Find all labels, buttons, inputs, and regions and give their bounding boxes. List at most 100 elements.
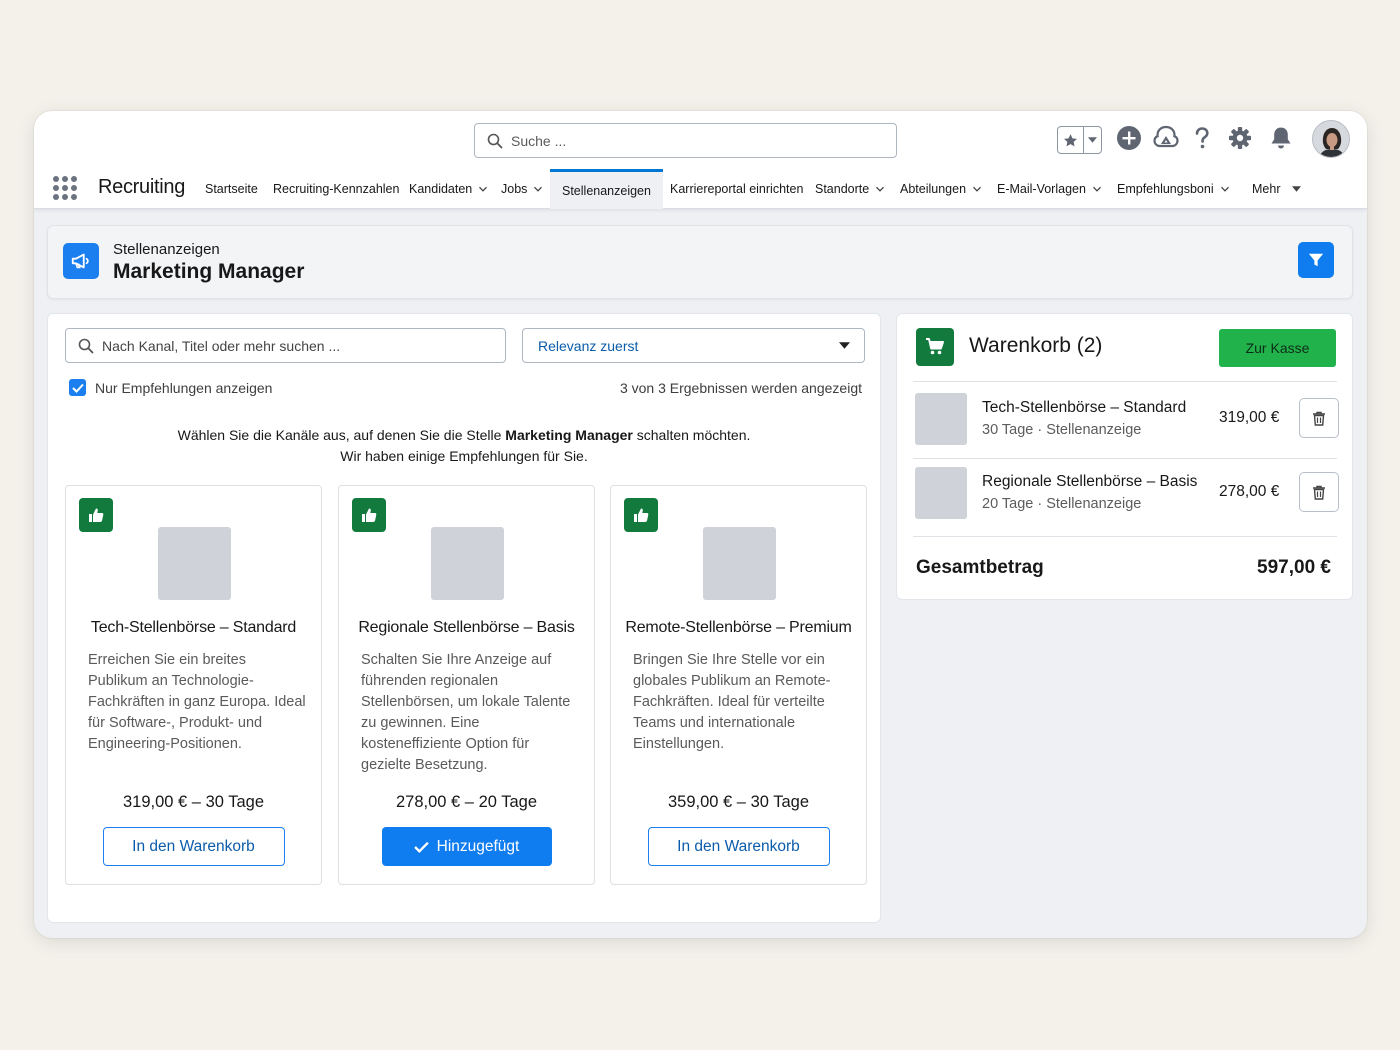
- gear-icon[interactable]: [1225, 123, 1255, 153]
- channel-description: Erreichen Sie ein breites Publikum an Te…: [88, 652, 306, 752]
- chevron-down-icon: [973, 186, 981, 192]
- nav-item-label: E-Mail-Vorlagen: [997, 182, 1086, 196]
- cart-item-name: Regionale Stellenbörse – Basis: [982, 473, 1198, 490]
- thumbs-up-icon: [634, 508, 649, 522]
- add-to-cart-button[interactable]: In den Warenkorb: [102, 827, 285, 866]
- chevron-down-icon: [1220, 186, 1229, 192]
- cart-item-price: 319,00 €: [1219, 409, 1280, 426]
- channel-logo-placeholder: [702, 527, 776, 600]
- channel-logo-placeholder: [430, 527, 504, 600]
- trash-icon: [1313, 485, 1325, 500]
- remove-item-button[interactable]: [1299, 398, 1339, 438]
- nav-item-label: Jobs: [501, 182, 528, 196]
- cart-item: Tech-Stellenbörse – Standard 30 Tage · S…: [915, 393, 1339, 445]
- channel-title: Remote-Stellenbörse – Premium: [625, 619, 852, 636]
- channel-price: 359,00 € – 30 Tage: [668, 793, 809, 811]
- cart-item-name: Tech-Stellenbörse – Standard: [982, 399, 1187, 416]
- divider: [913, 458, 1337, 459]
- add-to-cart-button[interactable]: In den Warenkorb: [647, 827, 830, 866]
- recommendations-filter[interactable]: Nur Empfehlungen anzeigen: [69, 379, 272, 396]
- channel-price: 319,00 € – 30 Tage: [123, 793, 264, 811]
- favorites-button-group[interactable]: [1057, 126, 1102, 154]
- caret-down-icon: [1292, 186, 1302, 192]
- caret-down-icon: [839, 342, 850, 349]
- page-eyebrow: Stellenanzeigen: [113, 241, 220, 258]
- nav-item-stellenanzeigen[interactable]: Stellenanzeigen: [550, 169, 663, 209]
- nav-item-label: Standorte: [815, 182, 870, 196]
- search-icon: [487, 133, 503, 148]
- chevron-down-icon: [876, 186, 885, 192]
- checkmark-icon: [71, 383, 84, 393]
- nav-item-label: Startseite: [205, 182, 258, 196]
- plus-icon[interactable]: [1114, 123, 1144, 153]
- chevron-down-icon: [1092, 186, 1101, 192]
- sort-select[interactable]: Relevanz zuerst: [522, 328, 865, 363]
- nav-item-label: Karriereportal einrichten: [670, 182, 804, 196]
- bell-icon[interactable]: [1266, 123, 1296, 153]
- cart-item-thumbnail: [915, 467, 967, 519]
- nav-item-empfehlungsboni[interactable]: Empfehlungsboni: [1117, 169, 1230, 209]
- channel-title: Regionale Stellenbörse – Basis: [358, 619, 575, 636]
- app-name: Recruiting: [98, 176, 186, 198]
- search-icon: [78, 338, 94, 353]
- recommended-badge: [79, 498, 113, 532]
- divider: [913, 536, 1337, 537]
- cart-item-price: 278,00 €: [1219, 483, 1280, 500]
- sort-select-value: Relevanz zuerst: [538, 337, 639, 354]
- channel-card: Remote-Stellenbörse – Premium Bringen Si…: [610, 485, 867, 885]
- chevron-down-icon: [479, 186, 488, 192]
- nav-item-abteilungen[interactable]: Abteilungen: [900, 169, 982, 209]
- global-search-input[interactable]: Suche ...: [474, 123, 897, 158]
- nav-item-mehr[interactable]: Mehr: [1252, 169, 1302, 209]
- channel-description: Bringen Sie Ihre Stelle vor ein globales…: [633, 652, 831, 752]
- filter-button[interactable]: [1298, 242, 1334, 278]
- recommendations-checkbox[interactable]: [69, 379, 86, 396]
- channel-title: Tech-Stellenbörse – Standard: [90, 619, 297, 636]
- nav-item-kandidaten[interactable]: Kandidaten: [409, 169, 488, 209]
- cart-item-meta: 30 Tage · Stellenanzeige: [982, 422, 1142, 438]
- cart-icon: [916, 328, 954, 366]
- nav-item-startseite[interactable]: Startseite: [205, 169, 258, 209]
- nav-item-label: Abteilungen: [900, 182, 967, 196]
- cart-total-value: 597,00 €: [1257, 557, 1331, 578]
- cart-item-meta: 20 Tage · Stellenanzeige: [982, 496, 1142, 512]
- nav-item-e-mail-vorlagen[interactable]: E-Mail-Vorlagen: [997, 169, 1102, 209]
- channel-description: Schalten Sie Ihre Anzeige auf führenden …: [361, 652, 571, 773]
- favorites-dropdown-icon[interactable]: [1084, 127, 1101, 153]
- recommended-badge: [352, 498, 386, 532]
- intro-line-2: Wir haben einige Empfehlungen für Sie.: [340, 448, 588, 464]
- intro-job-title: Marketing Manager: [505, 427, 633, 443]
- chevron-down-icon: [534, 186, 543, 192]
- thumbs-up-icon: [89, 508, 104, 522]
- app-launcher-icon[interactable]: [53, 176, 77, 200]
- megaphone-icon: [63, 243, 99, 279]
- intro-text: Wählen Sie die Kanäle aus, auf denen Sie…: [48, 425, 880, 467]
- star-icon[interactable]: [1058, 127, 1084, 153]
- nav-item-karriereportal[interactable]: Karriereportal einrichten: [670, 169, 803, 209]
- added-to-cart-button[interactable]: Hinzugefügt: [381, 827, 552, 866]
- nav-item-recruiting-kennzahlen[interactable]: Recruiting-Kennzahlen: [273, 169, 399, 209]
- page-header: Stellenanzeigen Marketing Manager: [47, 225, 1353, 299]
- channel-card: Tech-Stellenbörse – Standard Erreichen S…: [65, 485, 322, 885]
- remove-item-button[interactable]: [1299, 472, 1339, 512]
- help-icon[interactable]: [1187, 123, 1217, 153]
- trailhead-icon[interactable]: [1151, 123, 1181, 153]
- channel-logo-placeholder: [157, 527, 231, 600]
- checkout-button[interactable]: Zur Kasse: [1219, 329, 1336, 367]
- cart-total-label: Gesamtbetrag: [916, 557, 1044, 578]
- nav-item-label: Stellenanzeigen: [562, 183, 651, 198]
- nav-item-label: Mehr: [1252, 182, 1281, 196]
- nav-item-jobs[interactable]: Jobs: [501, 169, 543, 209]
- channel-search-input[interactable]: Nach Kanal, Titel oder mehr suchen ...: [65, 328, 506, 363]
- cart-panel: Warenkorb (2) Zur Kasse Tech-Stellenbörs…: [896, 313, 1353, 600]
- user-avatar[interactable]: [1312, 120, 1350, 158]
- nav-item-standorte[interactable]: Standorte: [815, 169, 885, 209]
- recommendations-checkbox-label: Nur Empfehlungen anzeigen: [95, 379, 273, 396]
- recommended-badge: [624, 498, 658, 532]
- channel-card: Regionale Stellenbörse – Basis Schalten …: [338, 485, 595, 885]
- global-header: Suche ... Recruiting Startseite Recruiti…: [34, 111, 1367, 209]
- nav-item-label: Recruiting-Kennzahlen: [273, 182, 400, 196]
- thumbs-up-icon: [362, 508, 377, 522]
- channel-search-placeholder: Nach Kanal, Titel oder mehr suchen ...: [102, 337, 341, 354]
- results-count: 3 von 3 Ergebnissen werden angezeigt: [619, 380, 862, 396]
